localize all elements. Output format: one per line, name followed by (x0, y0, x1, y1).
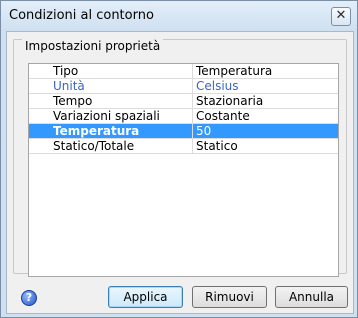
property-value: Stazionaria (196, 94, 264, 108)
property-key: Tempo (53, 94, 93, 108)
groupbox-title: Impostazioni proprietà (22, 39, 164, 53)
column-separator (192, 94, 193, 108)
property-value: Celsius (196, 79, 239, 93)
property-key: Tipo (53, 64, 79, 78)
column-separator (192, 79, 193, 93)
property-row-tipo[interactable]: Tipo Temperatura (29, 64, 338, 79)
property-value: Temperatura (196, 64, 273, 78)
property-row-variazioni-spaziali[interactable]: Variazioni spaziali Costante (29, 109, 338, 124)
help-glyph: ? (25, 291, 33, 304)
property-value[interactable]: 50 (196, 124, 211, 138)
dialog-window: Condizioni al contorno ✕ Impostazioni pr… (0, 0, 358, 318)
remove-button[interactable]: Rimuovi (192, 286, 267, 308)
property-key: Variazioni spaziali (53, 109, 160, 123)
cancel-button-label: Annulla (288, 290, 335, 304)
property-value: Statico (196, 139, 238, 153)
property-value: Costante (196, 109, 250, 123)
property-row-statico-totale[interactable]: Statico/Totale Statico (29, 139, 338, 154)
column-separator (192, 139, 193, 153)
dialog-content: Impostazioni proprietà Tipo Temperatura … (6, 31, 354, 314)
column-separator (192, 124, 193, 138)
property-key: Temperatura (53, 124, 140, 138)
property-grid: Tipo Temperatura Unità Celsius Tempo Sta… (28, 63, 339, 277)
column-separator (192, 64, 193, 78)
close-button[interactable]: ✕ (331, 7, 351, 26)
apply-button[interactable]: Applica (108, 286, 183, 308)
window-title: Condizioni al contorno (9, 8, 154, 23)
property-row-temperatura[interactable]: Temperatura 50 (29, 124, 338, 139)
cancel-button[interactable]: Annulla (275, 286, 348, 308)
apply-button-label: Applica (123, 290, 168, 304)
close-icon: ✕ (335, 8, 347, 23)
property-row-tempo[interactable]: Tempo Stazionaria (29, 94, 338, 109)
column-separator (192, 109, 193, 123)
properties-groupbox: Impostazioni proprietà Tipo Temperatura … (13, 39, 347, 277)
property-key: Unità (53, 79, 85, 93)
property-row-unita[interactable]: Unità Celsius (29, 79, 338, 94)
remove-button-label: Rimuovi (205, 290, 254, 304)
help-icon[interactable]: ? (21, 290, 37, 306)
property-key: Statico/Totale (53, 139, 135, 153)
title-bar[interactable]: Condizioni al contorno ✕ (1, 1, 357, 31)
